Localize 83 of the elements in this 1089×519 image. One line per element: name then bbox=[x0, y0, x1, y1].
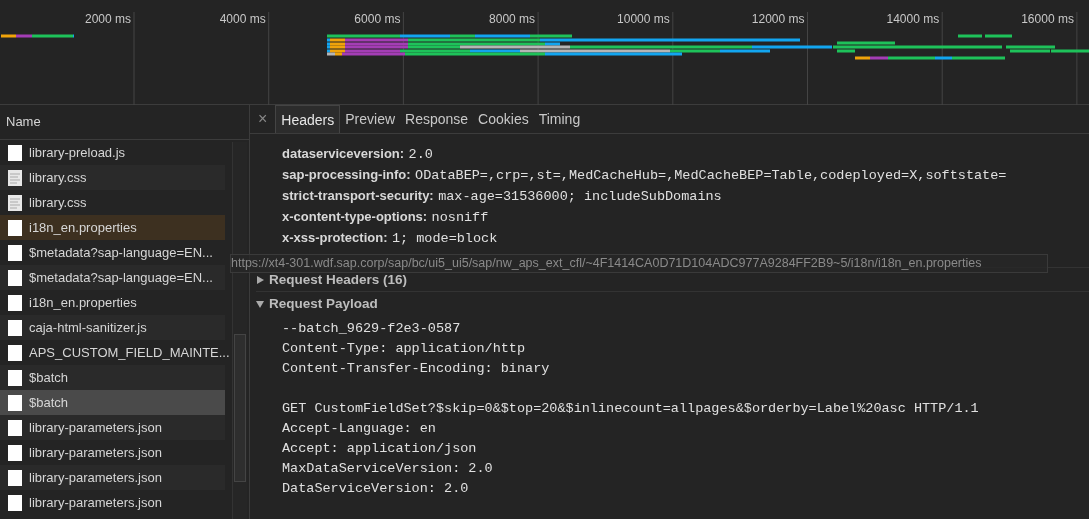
section-header[interactable]: Request Payload bbox=[256, 291, 1089, 315]
time-tick-label: 2000 ms bbox=[84, 12, 131, 26]
file-icon bbox=[8, 294, 22, 311]
header-value: 1; mode=block bbox=[391, 231, 498, 246]
header-value: ODataBEP=,crp=,st=,MedCacheHub=,MedCacheBEP=Table,codeployed=X,softstate= bbox=[415, 168, 1007, 183]
time-tick-label: 10000 ms bbox=[617, 12, 670, 26]
file-icon bbox=[8, 344, 22, 361]
request-name: $metadata?sap-language=EN... bbox=[29, 245, 213, 260]
request-row[interactable]: i18n_en.properties bbox=[0, 215, 225, 240]
header-name: dataserviceversion: bbox=[282, 146, 405, 161]
file-icon bbox=[8, 319, 22, 336]
scrollbar-thumb[interactable] bbox=[234, 334, 246, 482]
file-icon bbox=[8, 269, 22, 286]
request-row[interactable]: i18n_en.properties bbox=[0, 290, 225, 315]
header-value: nosniff bbox=[431, 210, 489, 225]
file-icon bbox=[8, 394, 22, 411]
header-name: strict-transport-security: bbox=[282, 188, 434, 203]
file-icon bbox=[8, 144, 22, 161]
payload-line: DataServiceVersion: 2.0 bbox=[282, 480, 470, 498]
header-value: 2.0 bbox=[408, 147, 433, 162]
expand-triangle-icon bbox=[256, 275, 264, 284]
time-tick-label: 8000 ms bbox=[489, 12, 536, 26]
payload-line: Content-Transfer-Encoding: binary bbox=[282, 360, 551, 378]
request-row[interactable]: $batch bbox=[0, 365, 225, 390]
request-row[interactable]: library.css bbox=[0, 165, 225, 190]
collapse-triangle-icon bbox=[256, 299, 264, 308]
payload-line: Accept: application/json bbox=[282, 440, 478, 458]
request-name: library-preload.js bbox=[29, 145, 126, 160]
time-tick-label: 6000 ms bbox=[354, 12, 401, 26]
time-tick-label: 16000 ms bbox=[1021, 12, 1074, 26]
request-name: library-parameters.json bbox=[29, 420, 162, 435]
tab[interactable]: Timing bbox=[533, 105, 586, 133]
request-name: i18n_en.properties bbox=[29, 220, 137, 235]
request-name: library.css bbox=[29, 170, 87, 185]
request-row[interactable]: library-parameters.json bbox=[0, 440, 225, 465]
request-row[interactable]: $metadata?sap-language=EN... bbox=[0, 240, 225, 265]
request-row[interactable]: caja-html-sanitizer.js bbox=[0, 315, 225, 340]
stylesheet-file-icon bbox=[8, 194, 22, 211]
file-icon bbox=[8, 369, 22, 386]
request-name: library-parameters.json bbox=[29, 445, 162, 460]
request-name: library.css bbox=[29, 195, 87, 210]
file-icon bbox=[8, 219, 22, 236]
time-tick-label: 4000 ms bbox=[219, 12, 266, 26]
time-tick-label: 12000 ms bbox=[751, 12, 805, 26]
header-value: max-age=31536000; includeSubDomains bbox=[438, 189, 722, 204]
request-row[interactable]: library-preload.js bbox=[0, 140, 225, 165]
tab[interactable]: Headers bbox=[275, 105, 341, 133]
request-row[interactable]: library-parameters.json bbox=[0, 490, 225, 515]
request-row[interactable]: library-parameters.json bbox=[0, 465, 225, 490]
header-name: x-content-type-options: bbox=[282, 209, 428, 224]
request-row[interactable]: library.css bbox=[0, 190, 225, 215]
payload-line: GET CustomFieldSet?$skip=0&$top=20&$inlinecount=allpages&$orderby=Label%20asc HTTP/1.1 bbox=[282, 400, 980, 418]
payload-line: --batch_9629-f2e3-0587 bbox=[282, 320, 462, 338]
request-name: $batch bbox=[29, 395, 69, 410]
tab[interactable]: Preview bbox=[340, 105, 401, 133]
stylesheet-file-icon bbox=[8, 169, 22, 186]
payload-line: Content-Type: application/http bbox=[282, 340, 527, 358]
request-row[interactable]: $metadata?sap-language=EN... bbox=[0, 265, 225, 290]
file-icon bbox=[8, 444, 22, 461]
timeline-overview[interactable]: 2000 ms 4000 ms 6000 ms 8000 ms 10000 ms 12000 ms 14000 ms 16000 ms bbox=[0, 0, 1089, 105]
column-header[interactable]: Name bbox=[0, 105, 249, 140]
header-name: sap-processing-info: bbox=[282, 167, 411, 182]
request-name: APS_CUSTOM_FIELD_MAINTE... bbox=[29, 345, 230, 360]
tab[interactable]: Response bbox=[400, 105, 474, 133]
request-name: library-parameters.json bbox=[29, 470, 162, 485]
payload-line: Accept-Language: en bbox=[282, 420, 437, 438]
payload-line: MaxDataServiceVersion: 2.0 bbox=[282, 460, 494, 478]
tab[interactable]: Cookies bbox=[473, 105, 534, 133]
request-name: $metadata?sap-language=EN... bbox=[29, 270, 213, 285]
url-tooltip: https://xt4-301.wdf.sap.corp/sap/bc/ui5_ui5/sap/nw_aps_ext_cfl/~4F1414CA0D71D104ADC977A9284FF2B9~5/i18n/i18n_en.properties bbox=[230, 254, 1048, 273]
file-icon bbox=[8, 494, 22, 511]
header-name: x-xss-protection: bbox=[282, 230, 388, 245]
request-row[interactable]: library-parameters.json bbox=[0, 415, 225, 440]
request-name: i18n_en.properties bbox=[29, 295, 137, 310]
file-icon bbox=[8, 419, 22, 436]
request-name: caja-html-sanitizer.js bbox=[29, 320, 147, 335]
close-button[interactable]: × bbox=[254, 105, 276, 133]
request-name: $batch bbox=[29, 370, 69, 385]
file-icon bbox=[8, 469, 22, 486]
time-tick-label: 14000 ms bbox=[886, 12, 940, 26]
file-icon bbox=[8, 244, 22, 261]
request-name: library-parameters.json bbox=[29, 495, 162, 510]
request-row[interactable]: $batch bbox=[0, 390, 225, 415]
